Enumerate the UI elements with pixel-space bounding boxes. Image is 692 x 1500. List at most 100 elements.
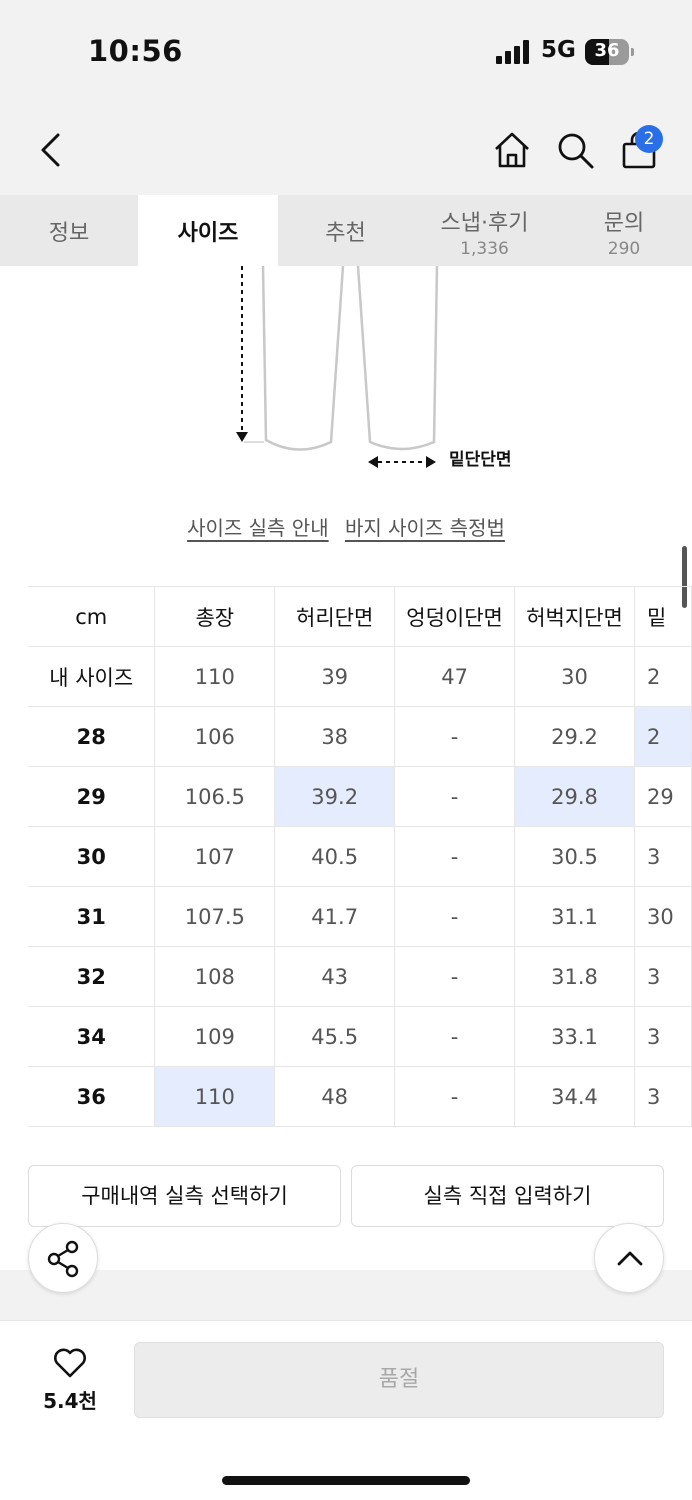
table-cell: 31.8 xyxy=(514,946,635,1007)
table-cell: 108 xyxy=(154,946,276,1007)
table-cell: 48 xyxy=(274,1066,396,1127)
product-tabs: 정보 사이즈 추천 스냅·후기 1,336 문의 290 xyxy=(0,195,692,266)
table-row: 32 108 43 - 31.8 3 xyxy=(28,946,692,1007)
table-cell-highlight: 2 xyxy=(634,706,692,767)
table-cell: 3 xyxy=(634,826,692,887)
table-cell: 3 xyxy=(634,946,692,1007)
table-cell: 107 xyxy=(154,826,276,887)
table-cell: - xyxy=(394,1066,516,1127)
tab-label: 문의 xyxy=(603,211,645,236)
table-cell: 38 xyxy=(274,706,396,767)
heart-icon[interactable] xyxy=(52,1347,88,1379)
share-button[interactable] xyxy=(28,1223,98,1293)
soldout-button: 품절 xyxy=(134,1342,664,1418)
status-bar: 10:56 5G 36 xyxy=(0,0,692,100)
table-cell: 45.5 xyxy=(274,1006,396,1067)
table-cell: 31.1 xyxy=(514,886,635,947)
table-row: 28 106 38 - 29.2 2 xyxy=(28,706,692,767)
table-cell: 106.5 xyxy=(154,766,276,827)
size-guide-links: 사이즈 실측 안내 바지 사이즈 측정법 xyxy=(0,512,692,541)
like-count: 5.4천 xyxy=(43,1389,97,1413)
search-icon[interactable] xyxy=(555,130,595,170)
table-header: 허벅지단면 xyxy=(514,586,635,647)
table-cell: 30 xyxy=(634,886,692,947)
table-cell: 39 xyxy=(274,646,396,707)
table-cell: 109 xyxy=(154,1006,276,1067)
section-divider xyxy=(0,1270,692,1320)
back-arrow-icon[interactable] xyxy=(38,132,64,168)
table-cell: - xyxy=(394,826,516,887)
network-type: 5G xyxy=(541,37,576,63)
table-cell: - xyxy=(394,766,516,827)
cart-count-badge: 2 xyxy=(635,125,663,153)
table-row: 34 109 45.5 - 33.1 3 xyxy=(28,1006,692,1067)
battery-level: 36 xyxy=(594,40,620,61)
home-indicator xyxy=(222,1476,470,1485)
tab-count: 290 xyxy=(607,239,641,259)
tab-info[interactable]: 정보 xyxy=(0,195,138,266)
table-header: 허리단면 xyxy=(274,586,396,647)
pants-measure-link[interactable]: 바지 사이즈 측정법 xyxy=(345,516,505,540)
table-cell: 3 xyxy=(634,1066,692,1127)
direct-input-measure-button[interactable]: 실측 직접 입력하기 xyxy=(351,1165,664,1227)
table-cell: 30 xyxy=(514,646,635,707)
table-cell-highlight: 29.8 xyxy=(514,766,635,827)
table-row-my-size: 내 사이즈 110 39 47 30 2 xyxy=(28,646,692,707)
signal-icon xyxy=(496,40,532,64)
table-row: 29 106.5 39.2 - 29.8 29 xyxy=(28,766,692,827)
tab-size[interactable]: 사이즈 xyxy=(138,195,278,266)
tab-label: 스냅·후기 xyxy=(440,211,529,236)
table-cell: - xyxy=(394,946,516,1007)
table-cell: 3 xyxy=(634,1006,692,1067)
table-cell: 2 xyxy=(634,646,692,707)
table-row: 36 110 48 - 34.4 3 xyxy=(28,1066,692,1127)
table-cell: 40.5 xyxy=(274,826,396,887)
tab-label: 정보 xyxy=(48,221,90,246)
table-cell: 30.5 xyxy=(514,826,635,887)
tab-recommend[interactable]: 추천 xyxy=(278,195,413,266)
table-cell: - xyxy=(394,886,516,947)
table-cell: 31 xyxy=(28,886,156,947)
pants-measurement-diagram xyxy=(236,266,439,468)
table-header: 총장 xyxy=(154,586,276,647)
share-icon xyxy=(47,1240,79,1278)
table-cell: 47 xyxy=(394,646,516,707)
table-cell-highlight: 110 xyxy=(154,1066,276,1127)
size-guide-link[interactable]: 사이즈 실측 안내 xyxy=(187,516,329,540)
table-cell: - xyxy=(394,1006,516,1067)
table-header: 밑 xyxy=(634,586,692,647)
table-header: cm xyxy=(28,586,156,647)
tab-snap-review[interactable]: 스냅·후기 1,336 xyxy=(413,195,556,266)
table-cell: 41.7 xyxy=(274,886,396,947)
tab-count: 1,336 xyxy=(460,239,509,259)
table-cell: 34.4 xyxy=(514,1066,635,1127)
battery-icon: 36 xyxy=(585,39,629,65)
table-cell: 29 xyxy=(28,766,156,827)
table-cell-highlight: 39.2 xyxy=(274,766,396,827)
table-cell: 29 xyxy=(634,766,692,827)
table-row: 30 107 40.5 - 30.5 3 xyxy=(28,826,692,887)
table-row: 31 107.5 41.7 - 31.1 30 xyxy=(28,886,692,947)
table-cell: 106 xyxy=(154,706,276,767)
table-cell: - xyxy=(394,706,516,767)
table-cell: 내 사이즈 xyxy=(28,646,156,707)
table-header: 엉덩이단면 xyxy=(394,586,516,647)
table-cell: 28 xyxy=(28,706,156,767)
table-cell: 30 xyxy=(28,826,156,887)
home-icon[interactable] xyxy=(492,130,532,170)
tab-qna[interactable]: 문의 290 xyxy=(556,195,692,266)
table-header-row: cm 총장 허리단면 엉덩이단면 허벅지단면 밑 xyxy=(28,586,692,647)
table-cell: 36 xyxy=(28,1066,156,1127)
table-cell: 34 xyxy=(28,1006,156,1067)
scroll-to-top-button[interactable] xyxy=(594,1223,664,1293)
table-cell: 32 xyxy=(28,946,156,1007)
table-cell: 110 xyxy=(154,646,276,707)
chevron-up-icon xyxy=(617,1251,643,1266)
tab-label: 사이즈 xyxy=(177,221,239,246)
status-time: 10:56 xyxy=(88,34,183,68)
tab-label: 추천 xyxy=(325,221,366,246)
table-cell: 29.2 xyxy=(514,706,635,767)
hem-width-label: 밑단단면 xyxy=(449,450,512,470)
table-cell: 43 xyxy=(274,946,396,1007)
purchase-history-measure-button[interactable]: 구매내역 실측 선택하기 xyxy=(28,1165,341,1227)
